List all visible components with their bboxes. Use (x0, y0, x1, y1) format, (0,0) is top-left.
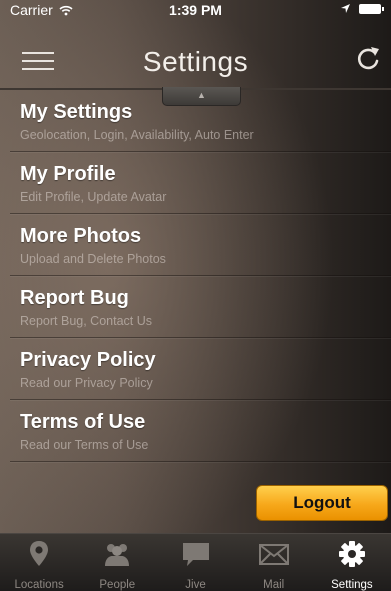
menu-item-subtitle: Read our Terms of Use (20, 438, 149, 452)
refresh-icon[interactable] (353, 44, 383, 74)
menu-item-report-bug[interactable]: Report Bug Report Bug, Contact Us (0, 276, 391, 338)
location-pin-icon (30, 541, 49, 566)
tab-bar: Locations People Jive Mail Settings (0, 533, 391, 591)
menu-item-subtitle: Upload and Delete Photos (20, 252, 166, 266)
chat-bubble-icon (182, 543, 209, 566)
menu-item-terms-of-use[interactable]: Terms of Use Read our Terms of Use (0, 400, 391, 462)
menu-item-title: Report Bug (20, 287, 129, 309)
tab-label: Jive (185, 579, 206, 591)
menu-item-more-photos[interactable]: More Photos Upload and Delete Photos (0, 214, 391, 276)
status-time: 1:39 PM (169, 2, 222, 18)
menu-item-title: Terms of Use (20, 411, 146, 433)
menu-item-title: My Settings (20, 101, 133, 123)
menu-item-subtitle: Read our Privacy Policy (20, 376, 153, 390)
status-indicators (340, 3, 384, 14)
status-bar: Carrier 1:39 PM (0, 0, 391, 20)
tab-mail[interactable]: Mail (235, 534, 313, 591)
menu-item-title: More Photos (20, 225, 142, 247)
page-title: Settings (142, 46, 249, 77)
tab-locations[interactable]: Locations (0, 534, 78, 591)
divider (10, 461, 391, 462)
tab-label: People (99, 579, 136, 591)
menu-item-privacy-policy[interactable]: Privacy Policy Read our Privacy Policy (0, 338, 391, 400)
mail-icon (258, 544, 289, 565)
tab-label: Settings (331, 579, 373, 591)
battery-icon (359, 3, 384, 14)
location-arrow-icon (341, 4, 350, 13)
menu-item-subtitle: Report Bug, Contact Us (20, 314, 153, 328)
menu-item-my-settings[interactable]: My Settings Geolocation, Login, Availabi… (0, 90, 391, 152)
menu-item-subtitle: Edit Profile, Update Avatar (20, 190, 167, 204)
tab-jive[interactable]: Jive (156, 534, 234, 591)
menu-item-subtitle: Geolocation, Login, Availability, Auto E… (20, 128, 254, 142)
tab-settings[interactable]: Settings (313, 534, 391, 591)
navigation-bar: Settings (0, 20, 391, 90)
menu-item-title: My Profile (20, 163, 116, 185)
gear-icon (338, 541, 365, 567)
menu-item-title: Privacy Policy (20, 349, 156, 371)
menu-item-my-profile[interactable]: My Profile Edit Profile, Update Avatar (0, 152, 391, 214)
tab-label: Mail (263, 579, 285, 591)
settings-menu: My Settings Geolocation, Login, Availabi… (0, 90, 391, 462)
tab-people[interactable]: People (78, 534, 156, 591)
people-icon (105, 544, 130, 566)
tab-label: Locations (14, 579, 64, 591)
logout-button[interactable]: Logout (256, 485, 388, 521)
